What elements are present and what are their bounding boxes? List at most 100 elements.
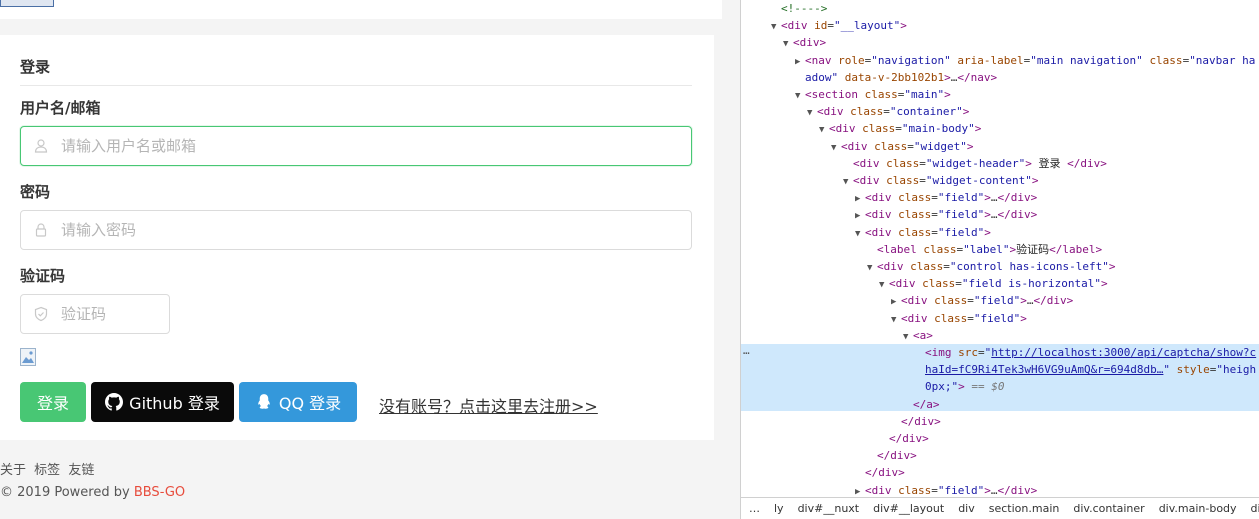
dom-node-line[interactable]: ▼ <div class="main-body"> [741,120,1259,137]
dom-node-line[interactable]: </a> [741,396,1259,413]
widget-header: 登录 [20,56,692,86]
dom-node-line[interactable]: ▼ <div id="__layout"> [741,17,1259,34]
collapse-triangle-icon[interactable]: ▼ [843,174,853,189]
dom-node-line[interactable]: ▼ <div class="container"> [741,103,1259,120]
dom-node-line[interactable]: ▼ <div class="widget-content"> [741,172,1259,189]
dom-node-line[interactable]: ▼ <div> [741,34,1259,51]
dom-node-line[interactable]: 0px;"> == $0 [741,378,1259,395]
dom-node-line[interactable]: ▼ <div class="field"> [741,310,1259,327]
collapse-triangle-icon[interactable]: ▼ [771,19,781,34]
password-input[interactable] [61,211,681,249]
collapse-triangle-icon[interactable]: ▼ [819,122,829,137]
dom-node-text: <nav role="navigation" aria-label="main … [805,53,1256,67]
dom-node-line[interactable]: ▶ <div class="field">…</div> [741,206,1259,223]
dom-node-text: <div class="widget-content"> [853,174,1039,187]
dom-node-text: <section class="main"> [805,88,951,101]
collapse-triangle-icon[interactable]: ▼ [795,88,805,103]
dom-node-line[interactable]: <div class="widget-header"> 登录 </div> [741,155,1259,172]
dom-node-text: <div class="widget-header"> 登录 </div> [853,156,1107,170]
github-login-label: Github 登录 [129,394,220,413]
dom-node-text: <div class="main-body"> [829,122,982,136]
captcha-field-box[interactable] [20,294,170,334]
dom-node-line[interactable]: adow" data-v-2bb102b1>…</nav> [741,69,1259,86]
qq-login-label: QQ 登录 [278,394,342,413]
username-field-box[interactable] [20,126,692,166]
qq-login-button[interactable]: QQ 登录 [239,382,357,422]
dom-node-line[interactable]: </div> [741,447,1259,464]
github-login-button[interactable]: Github 登录 [91,382,234,422]
dom-node-line[interactable]: ▼ <section class="main"> [741,86,1259,103]
dom-node-text: <div class="field">…</div> [865,483,1038,497]
dom-node-line[interactable]: ▼ <div class="widget"> [741,138,1259,155]
breadcrumb-item[interactable]: div.wid [1251,502,1259,515]
dom-node-line[interactable]: ▼ <div class="field is-horizontal"> [741,275,1259,292]
dom-node-line[interactable]: ▼ <div class="field"> [741,224,1259,241]
dom-node-line[interactable]: ▼ <div class="control has-icons-left"> [741,258,1259,275]
top-strip [0,0,722,19]
dom-node-line[interactable]: <!----> [741,0,1259,17]
breadcrumb-item[interactable]: div.container [1073,502,1144,515]
dom-node-line[interactable]: <label class="label">验证码</label> [741,241,1259,258]
top-image[interactable] [0,0,54,7]
breadcrumb-item[interactable]: div [958,502,975,515]
dom-node-line[interactable]: <img src="http://localhost:3000/api/capt… [741,344,1259,361]
dom-node-text: <div class="container"> [817,105,970,119]
breadcrumb-item[interactable]: div#__layout [873,502,944,515]
github-icon [105,393,124,411]
username-input[interactable] [61,127,681,165]
footer-link-friends[interactable]: 友链 [68,463,94,478]
dom-node-line[interactable]: haId=fC9Ri4Tek3wH6VG9uAmQ&r=694d8db…" st… [741,361,1259,378]
captcha-image-broken-icon[interactable] [20,347,36,367]
dom-node-line[interactable]: </div> [741,464,1259,481]
footer-link-tags[interactable]: 标签 [34,463,60,478]
dom-node-text: adow" data-v-2bb102b1>…</nav> [805,70,998,84]
breadcrumb-item[interactable]: div.main-body [1159,502,1237,515]
collapse-triangle-icon[interactable]: ▼ [783,36,793,51]
brand-link[interactable]: BBS-GO [134,485,185,500]
password-field-box[interactable] [20,210,692,250]
dom-node-text: <div class="control has-icons-left"> [877,260,1116,273]
collapse-triangle-icon[interactable]: ▼ [879,277,889,292]
dom-node-line[interactable]: ▶ <div class="field">…</div> [741,189,1259,206]
login-button-label: 登录 [36,394,69,413]
login-button[interactable]: 登录 [20,382,86,422]
footer-links: 关于 标签 友链 [0,460,185,482]
dom-node-text: <div class="field is-horizontal"> [889,277,1108,291]
qq-penguin-icon [258,394,270,409]
dom-node-text: 0px;"> == $0 [925,380,1005,394]
dom-node-text: </div> [865,466,905,480]
collapse-triangle-icon[interactable]: ▼ [807,105,817,120]
collapse-triangle-icon[interactable]: ▼ [831,140,841,155]
login-widget: 登录 用户名/邮箱 密码 验证码 [0,35,714,440]
breadcrumb-item[interactable]: ly [774,502,784,515]
dom-node-line[interactable]: ▶ <nav role="navigation" aria-label="main… [741,52,1259,69]
captcha-input[interactable] [61,295,159,333]
dom-node-line[interactable]: </div> [741,413,1259,430]
expand-triangle-icon[interactable]: ▶ [855,208,865,223]
expand-triangle-icon[interactable]: ▶ [891,294,901,309]
breadcrumb-item[interactable]: section.main [989,502,1060,515]
dom-node-text: <a> [913,328,933,342]
dom-node-text: <img src="http://localhost:3000/api/capt… [925,346,1257,359]
breadcrumb-overflow-icon[interactable]: … [749,502,760,515]
expand-triangle-icon[interactable]: ▶ [795,54,805,69]
collapse-triangle-icon[interactable]: ▼ [891,312,901,327]
collapse-triangle-icon[interactable]: ▼ [903,329,913,344]
dom-node-text: <label class="label">验证码</label> [877,242,1103,256]
collapse-triangle-icon[interactable]: ▼ [867,260,877,275]
footer-link-about[interactable]: 关于 [0,463,26,478]
dom-node-text: </div> [889,432,929,445]
dom-node-line[interactable]: ▼ <a> [741,327,1259,344]
password-label: 密码 [20,183,51,201]
dom-node-line[interactable]: ▶ <div class="field">…</div> [741,292,1259,309]
collapse-triangle-icon[interactable]: ▼ [855,226,865,241]
web-page: 登录 用户名/邮箱 密码 验证码 [0,0,740,519]
breadcrumb-item[interactable]: div#__nuxt [798,502,860,515]
dom-node-text: <div class="field"> [901,311,1027,325]
dom-node-text: </div> [901,414,941,428]
user-icon [34,139,48,153]
dom-node-text: <div> [793,36,827,50]
dom-node-line[interactable]: </div> [741,430,1259,447]
expand-triangle-icon[interactable]: ▶ [855,191,865,206]
register-link[interactable]: 没有账号？点击这里去注册>> [379,393,598,417]
